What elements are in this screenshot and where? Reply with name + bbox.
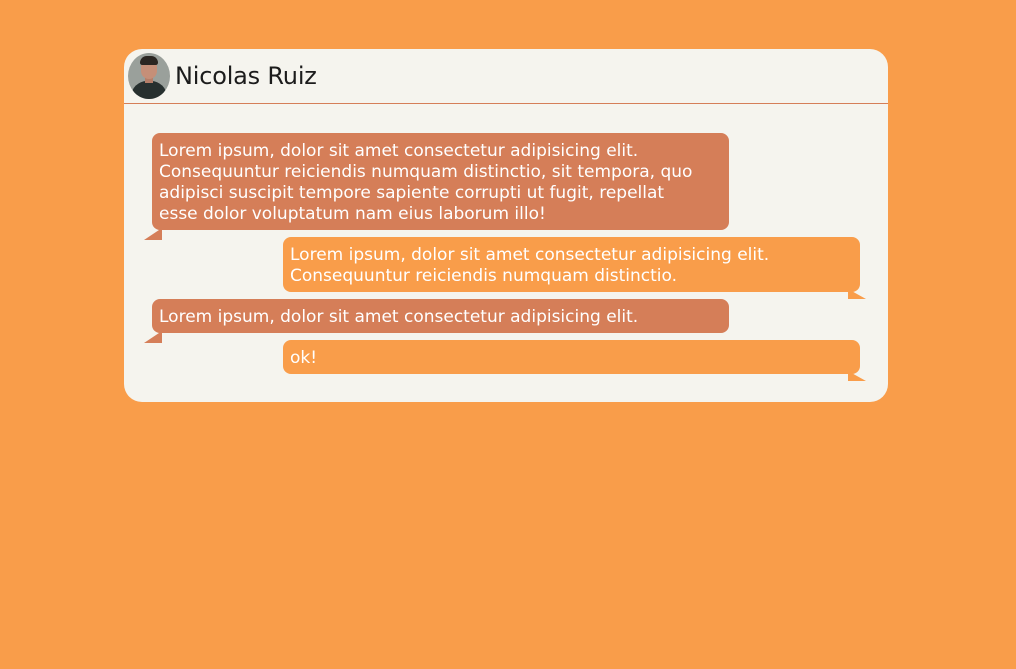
- message-text-line: Lorem ipsum, dolor sit amet consectetur …: [159, 141, 639, 161]
- message-text-line: ok!: [290, 348, 318, 368]
- message-text-line: Lorem ipsum, dolor sit amet consectetur …: [290, 245, 770, 265]
- chat-window: Nicolas Ruiz Lorem ipsum, dolor sit amet…: [124, 49, 888, 402]
- avatar-body-shape: [131, 81, 167, 99]
- bubble-tail: [144, 228, 162, 240]
- message-text-line: Consequuntur reiciendis numquam distinct…: [290, 266, 678, 286]
- message-text-line: adipisci suscipit tempore sapiente corru…: [159, 183, 665, 203]
- message-text-line: Consequuntur reiciendis numquam distinct…: [159, 162, 693, 182]
- contact-avatar[interactable]: [128, 53, 170, 99]
- message-bubble-incoming: Lorem ipsum, dolor sit amet consectetur …: [144, 299, 729, 343]
- message-bubble-incoming: Lorem ipsum, dolor sit amet consectetur …: [144, 133, 729, 240]
- chat-header: Nicolas Ruiz: [124, 49, 888, 104]
- bubble-tail: [848, 289, 866, 299]
- message-text-line: Lorem ipsum, dolor sit amet consectetur …: [159, 307, 639, 327]
- message-bubble-outgoing: ok!: [283, 340, 866, 381]
- contact-name: Nicolas Ruiz: [175, 62, 317, 90]
- message-text-line: esse dolor voluptatum nam eius laborum i…: [159, 204, 546, 224]
- avatar-hair-shape: [140, 56, 158, 65]
- bubble-tail: [144, 331, 162, 343]
- message-bubble-outgoing: Lorem ipsum, dolor sit amet consectetur …: [283, 237, 866, 299]
- bubble-tail: [848, 371, 866, 381]
